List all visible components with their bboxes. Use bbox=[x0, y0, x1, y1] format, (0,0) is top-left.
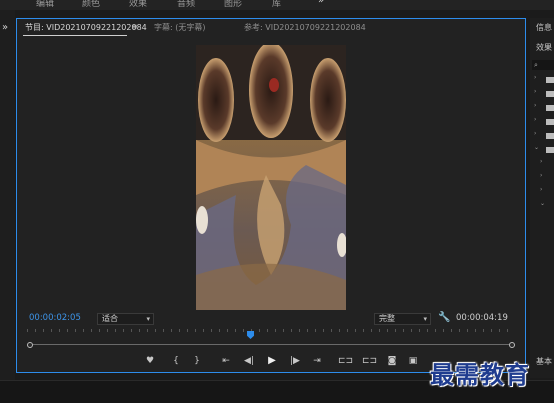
expand-arrow-icon: › bbox=[540, 158, 543, 165]
expand-arrow-icon: › bbox=[534, 130, 537, 137]
tab-reference[interactable]: 参考: VID20210709221202084 bbox=[244, 22, 366, 33]
monitor-tabs: 节目: VID20210709221202084 ≡ 字幕: (无字幕) 参考:… bbox=[17, 19, 525, 37]
effects-folder-row[interactable]: ⌄ bbox=[534, 144, 554, 154]
mark-out-button[interactable]: } bbox=[190, 355, 204, 367]
workspace-tab-audio[interactable]: 音频 bbox=[177, 0, 195, 9]
effects-folder-row[interactable]: › bbox=[534, 88, 554, 98]
essential-panel-tab[interactable]: 基本 bbox=[536, 356, 552, 367]
zoom-fit-value: 适合 bbox=[102, 314, 118, 323]
workspace-tab-edit[interactable]: 编辑 bbox=[36, 0, 54, 9]
expand-arrow-icon: › bbox=[534, 116, 537, 123]
zoom-scrollbar[interactable] bbox=[27, 342, 515, 348]
playback-resolution-select[interactable]: 完整 ▾ bbox=[374, 313, 431, 325]
workspace-overflow-icon[interactable]: » bbox=[318, 0, 324, 6]
scrollbar-left-handle[interactable] bbox=[27, 342, 33, 348]
folder-icon bbox=[546, 77, 554, 83]
play-button[interactable]: ▶ bbox=[265, 355, 279, 367]
folder-icon bbox=[546, 133, 554, 139]
chevron-down-icon: ▾ bbox=[146, 315, 150, 323]
collapse-arrow-icon: ⌄ bbox=[540, 200, 546, 207]
zoom-fit-select[interactable]: 适合 ▾ bbox=[97, 313, 154, 325]
monitor-controls-row: 00:00:02:05 适合 ▾ 完整 ▾ 🔧 00:00:04:19 bbox=[17, 312, 525, 327]
playhead-marker[interactable] bbox=[247, 331, 255, 339]
effects-folder-row[interactable]: › bbox=[540, 172, 554, 182]
workspace-tab-color[interactable]: 颜色 bbox=[82, 0, 100, 9]
watermark-text: 最需教育 bbox=[430, 360, 530, 389]
folder-icon bbox=[546, 147, 554, 153]
folder-icon bbox=[546, 119, 554, 125]
effects-panel-tab[interactable]: 效果 bbox=[536, 42, 552, 53]
expand-arrow-icon: › bbox=[534, 74, 537, 81]
workspace-tab-effects[interactable]: 效果 bbox=[129, 0, 147, 9]
effects-folder-row[interactable]: › bbox=[540, 158, 554, 168]
export-frame-button[interactable]: ◙ bbox=[385, 355, 399, 367]
duration-timecode: 00:00:04:19 bbox=[456, 313, 508, 323]
effects-folder-row[interactable]: › bbox=[534, 130, 554, 140]
mark-in-button[interactable]: { bbox=[169, 355, 183, 367]
video-frame-image bbox=[196, 45, 346, 310]
step-back-button[interactable]: ◀| bbox=[242, 355, 256, 367]
expand-arrow-icon: › bbox=[540, 172, 543, 179]
right-panel: 信息 效果 ⌕ › › › › › ⌄ › › › ⌄ 基本 bbox=[530, 18, 554, 378]
time-ruler[interactable] bbox=[27, 329, 515, 335]
lift-button[interactable]: ⊏⊐ bbox=[338, 355, 353, 367]
extract-button[interactable]: ⊏⊐ bbox=[362, 355, 377, 367]
tab-program[interactable]: 节目: VID20210709221202084 bbox=[25, 22, 147, 33]
folder-icon bbox=[546, 105, 554, 111]
effects-folder-row[interactable]: ⌄ bbox=[540, 200, 554, 210]
effects-folder-row[interactable]: › bbox=[534, 74, 554, 84]
expand-arrow-icon: › bbox=[534, 88, 537, 95]
playback-resolution-value: 完整 bbox=[379, 314, 395, 323]
program-monitor: 节目: VID20210709221202084 ≡ 字幕: (无字幕) 参考:… bbox=[16, 18, 526, 373]
effects-folder-row[interactable]: › bbox=[534, 116, 554, 126]
scrollbar-right-handle[interactable] bbox=[509, 342, 515, 348]
ruler-ticks bbox=[27, 329, 515, 332]
tab-captions[interactable]: 字幕: (无字幕) bbox=[154, 22, 205, 33]
chevron-down-icon: ▾ bbox=[423, 315, 427, 323]
expand-arrow-icon: › bbox=[540, 186, 543, 193]
current-timecode[interactable]: 00:00:02:05 bbox=[29, 313, 81, 323]
active-tab-underline bbox=[23, 35, 127, 36]
go-to-in-button[interactable]: ⇤ bbox=[219, 355, 233, 367]
effects-folder-row[interactable]: › bbox=[534, 102, 554, 112]
panel-menu-icon[interactable]: ≡ bbox=[131, 22, 138, 31]
expand-panel-icon[interactable]: » bbox=[2, 22, 8, 33]
workspace-bar: 编辑 颜色 效果 音频 图形 库 » bbox=[0, 0, 554, 10]
settings-wrench-icon[interactable]: 🔧 bbox=[438, 312, 450, 323]
scrollbar-track bbox=[33, 344, 509, 345]
effects-folder-row[interactable]: › bbox=[540, 186, 554, 196]
video-frame[interactable] bbox=[196, 45, 346, 310]
effects-search-icon[interactable]: ⌕ bbox=[532, 60, 554, 70]
add-marker-button[interactable]: ♥ bbox=[143, 355, 157, 367]
collapse-arrow-icon: ⌄ bbox=[534, 144, 540, 151]
workspace-tab-graphics[interactable]: 图形 bbox=[224, 0, 242, 9]
workspace-tab-library[interactable]: 库 bbox=[272, 0, 281, 9]
comparison-view-button[interactable]: ▣ bbox=[406, 355, 420, 367]
info-panel-tab[interactable]: 信息 bbox=[536, 22, 552, 33]
go-to-out-button[interactable]: ⇥ bbox=[310, 355, 324, 367]
step-forward-button[interactable]: |▶ bbox=[288, 355, 302, 367]
left-panel-strip: » bbox=[0, 10, 15, 380]
folder-icon bbox=[546, 91, 554, 97]
expand-arrow-icon: › bbox=[534, 102, 537, 109]
